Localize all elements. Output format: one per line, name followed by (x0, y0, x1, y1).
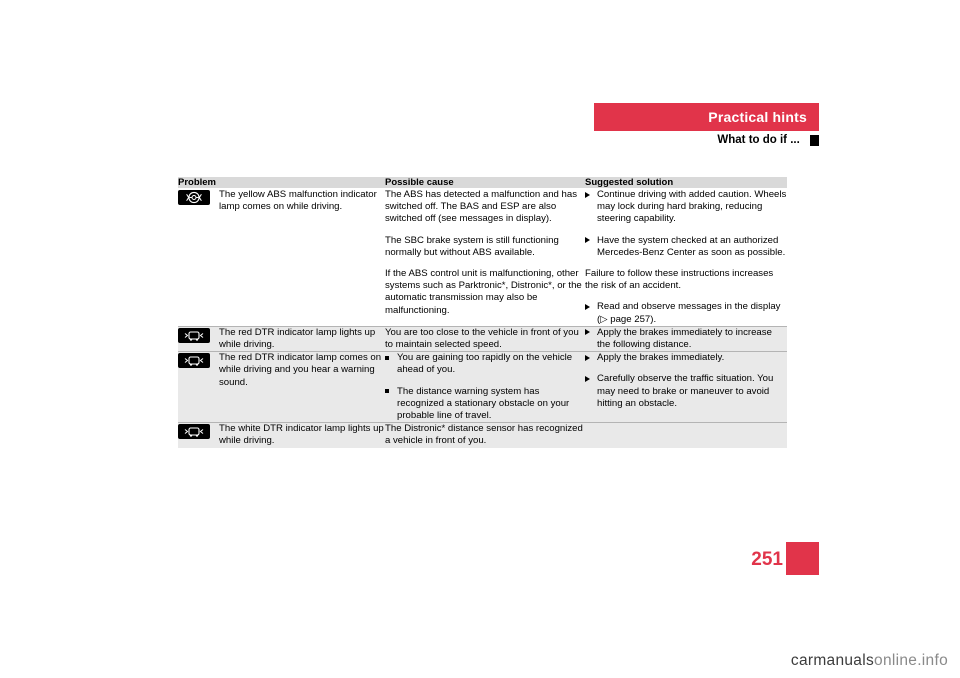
cell-suggested-solution: Apply the brakes immediately to increase… (585, 326, 787, 352)
cause-paragraph: If the ABS control unit is malfunctionin… (385, 268, 582, 316)
watermark: carmanualsonline.info (791, 652, 948, 670)
cell-problem: The red DTR indicator lamp lights up whi… (178, 326, 385, 352)
solution-text: Have the system checked at an authorized… (597, 234, 786, 258)
cell-suggested-solution (585, 423, 787, 448)
cell-suggested-solution: Apply the brakes immediately. Carefully … (585, 352, 787, 423)
table-row: The white DTR indicator lamp lights up w… (178, 423, 787, 448)
arrow-icon (585, 301, 590, 313)
cause-text: You are gaining too rapidly on the vehic… (397, 352, 573, 376)
cell-problem: The white DTR indicator lamp lights up w… (178, 423, 385, 448)
solution-text: Read and observe messages in the display… (597, 301, 781, 325)
arrow-icon (585, 235, 590, 247)
section-marker-icon (810, 134, 819, 146)
troubleshooting-table: Problem Possible cause Suggested solutio… (178, 177, 787, 448)
page-number: 251 (751, 549, 783, 570)
square-bullet-icon (385, 352, 389, 364)
table-row: The red DTR indicator lamp lights up whi… (178, 326, 787, 352)
problem-text: The yellow ABS malfunction indicator lam… (219, 189, 377, 213)
cause-paragraph: The Distronic* distance sensor has recog… (385, 423, 583, 447)
arrow-icon (585, 189, 590, 201)
solution-item: Have the system checked at an authorized… (585, 235, 787, 259)
cell-possible-cause: You are too close to the vehicle in fron… (385, 326, 585, 352)
solution-text: Continue driving with added caution. Whe… (597, 189, 787, 225)
column-header-suggested-solution: Suggested solution (585, 177, 787, 188)
table-row: The yellow ABS malfunction indicator lam… (178, 189, 787, 326)
dtr-indicator-lamp-icon (178, 353, 210, 369)
solution-text: Apply the brakes immediately to increase… (597, 326, 772, 351)
table-header-row: Problem Possible cause Suggested solutio… (178, 177, 787, 188)
solution-text: Carefully observe the traffic situation.… (597, 373, 774, 409)
solution-list: Apply the brakes immediately. Carefully … (585, 352, 787, 410)
dtr-indicator-lamp-icon (178, 327, 210, 343)
chapter-title: Practical hints (708, 109, 807, 125)
cell-problem: The red DTR indicator lamp comes on whil… (178, 352, 385, 423)
solution-item: Carefully observe the traffic situation.… (585, 373, 787, 410)
solution-list: Read and observe messages in the display… (585, 301, 787, 325)
cause-list: You are gaining too rapidly on the vehic… (385, 352, 585, 422)
table-row: The red DTR indicator lamp comes on whil… (178, 352, 787, 423)
arrow-icon (585, 327, 590, 339)
problem-text: The red DTR indicator lamp comes on whil… (219, 352, 382, 388)
solution-note: Failure to follow these instructions inc… (585, 268, 774, 292)
problem-text: The white DTR indicator lamp lights up w… (219, 423, 384, 447)
arrow-icon (585, 373, 590, 385)
chapter-header-bar: Practical hints (594, 103, 819, 131)
cause-text: The distance warning system has recogniz… (397, 385, 570, 422)
watermark-name: carmanuals (790, 652, 875, 669)
section-subheader: What to do if ... (594, 134, 819, 150)
solution-list: Apply the brakes immediately to increase… (585, 327, 787, 351)
cell-suggested-solution: Continue driving with added caution. Whe… (585, 189, 787, 326)
cause-item: The distance warning system has recogniz… (385, 386, 585, 423)
column-header-problem: Problem (178, 177, 385, 188)
solution-item: Apply the brakes immediately to increase… (585, 327, 787, 351)
cell-possible-cause: You are gaining too rapidly on the vehic… (385, 352, 585, 423)
abs-malfunction-lamp-icon (178, 190, 210, 205)
column-header-possible-cause: Possible cause (385, 177, 585, 188)
square-bullet-icon (385, 386, 389, 398)
dtr-indicator-lamp-icon (178, 424, 210, 440)
cause-paragraph: You are too close to the vehicle in fron… (385, 326, 579, 351)
section-subheader-label: What to do if ... (717, 134, 800, 146)
solution-item: Continue driving with added caution. Whe… (585, 189, 787, 226)
cause-item: You are gaining too rapidly on the vehic… (385, 352, 585, 376)
cause-paragraph: The SBC brake system is still functionin… (385, 234, 559, 258)
solution-item: Apply the brakes immediately. (585, 352, 787, 364)
solution-item: Read and observe messages in the display… (585, 301, 787, 325)
cell-problem: The yellow ABS malfunction indicator lam… (178, 189, 385, 326)
arrow-icon (585, 352, 590, 364)
problem-text: The red DTR indicator lamp lights up whi… (219, 326, 376, 351)
solution-text: Apply the brakes immediately. (597, 352, 725, 364)
cell-possible-cause: The Distronic* distance sensor has recog… (385, 423, 585, 448)
cell-possible-cause: The ABS has detected a malfunction and h… (385, 189, 585, 326)
page-number-box (786, 542, 819, 575)
cause-paragraph: The ABS has detected a malfunction and h… (385, 189, 578, 225)
watermark-domain: online.info (874, 652, 948, 669)
solution-list: Continue driving with added caution. Whe… (585, 189, 787, 259)
